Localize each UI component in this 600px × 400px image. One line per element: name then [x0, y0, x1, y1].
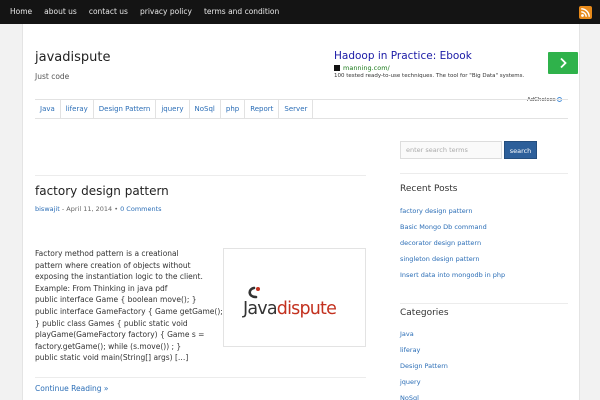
recent-post-item[interactable]: decorator design pattern [400, 235, 550, 251]
top-nav-contact[interactable]: contact us [83, 0, 134, 24]
page-wrapper: javadispute Just code Hadoop in Practice… [22, 24, 580, 400]
post-date: April 11, 2014 [66, 205, 113, 213]
top-nav-terms[interactable]: terms and condition [198, 0, 285, 24]
excerpt-line: Example: From Thinking in java pdf [35, 283, 168, 293]
post-title[interactable]: factory design pattern [35, 184, 169, 198]
categories-title: Categories [400, 308, 449, 318]
menu-item-design-pattern[interactable]: Design Pattern [94, 100, 157, 118]
menu-item-nosql[interactable]: NoSql [190, 100, 221, 118]
site-title[interactable]: javadispute [35, 50, 110, 65]
category-item[interactable]: liferay [400, 342, 550, 358]
excerpt-line: } public class Games { public static voi… [35, 318, 188, 328]
top-nav-home[interactable]: Home [4, 0, 38, 24]
ad-title[interactable]: Hadoop in Practice: Ebook [334, 50, 472, 62]
excerpt-line: pattern where creation of objects withou… [35, 260, 191, 270]
post-meta: biswajit - April 11, 2014 • 0 Comments [35, 205, 162, 213]
post-thumbnail[interactable]: Javadispute [223, 248, 366, 347]
excerpt-line: public static void main(String[] args) [… [35, 353, 189, 363]
post-meta-bullet: • [112, 205, 121, 213]
recent-post-item[interactable]: Basic Mongo Db command [400, 219, 550, 235]
menu-item-report[interactable]: Report [245, 100, 280, 118]
category-menu: Java liferay Design Pattern jquery NoSql… [35, 99, 568, 119]
recent-posts-list: factory design pattern Basic Mongo Db co… [400, 203, 550, 283]
excerpt-line: exposing the instantiation logic to the … [35, 272, 203, 282]
chevron-right-icon [560, 57, 567, 69]
ad-description: 100 tested ready-to-use techniques. The … [334, 73, 525, 79]
search-button[interactable]: search [504, 141, 537, 159]
categories-list: Java liferay Design Pattern jquery NoSql [400, 326, 550, 400]
sidebar-divider [400, 173, 568, 174]
menu-item-server[interactable]: Server [279, 100, 314, 118]
ad-favicon-icon [334, 65, 340, 71]
post-excerpt: Factory method pattern is a creational p… [35, 248, 225, 364]
post-author[interactable]: biswajit [35, 205, 60, 213]
category-item[interactable]: jquery [400, 374, 550, 390]
menu-item-liferay[interactable]: liferay [61, 100, 94, 118]
menu-item-java[interactable]: Java [35, 100, 61, 118]
recent-post-item[interactable]: factory design pattern [400, 203, 550, 219]
rss-icon[interactable] [579, 6, 592, 19]
post-divider [35, 377, 366, 378]
ad-go-button[interactable] [548, 52, 578, 74]
top-bar: Home about us contact us privacy policy … [0, 0, 600, 24]
recent-posts-title: Recent Posts [400, 184, 458, 194]
ad-url[interactable]: manning.com/ [334, 64, 390, 72]
category-item[interactable]: Design Pattern [400, 358, 550, 374]
menu-item-jquery[interactable]: jquery [156, 100, 190, 118]
content-divider [35, 175, 366, 176]
excerpt-line: Factory method pattern is a creational [35, 249, 179, 258]
menu-item-php[interactable]: php [221, 100, 246, 118]
sidebar-divider [400, 303, 568, 304]
recent-post-item[interactable]: Insert data into mongodb in php [400, 267, 550, 283]
top-nav-about[interactable]: about us [38, 0, 83, 24]
category-item[interactable]: NoSql [400, 390, 550, 400]
search-input[interactable] [400, 141, 502, 159]
thumbnail-logo-text: Javadispute [243, 299, 337, 319]
ad-banner[interactable]: Hadoop in Practice: Ebook manning.com/ 1… [334, 50, 578, 106]
ad-url-text: manning.com/ [343, 64, 390, 72]
excerpt-line: public interface GameFactory { Game getG… [35, 306, 223, 316]
recent-post-item[interactable]: singleton design pattern [400, 251, 550, 267]
excerpt-line: public interface Game { boolean move(); … [35, 295, 197, 305]
post-comments-link[interactable]: 0 Comments [120, 205, 161, 213]
top-nav-privacy[interactable]: privacy policy [134, 0, 198, 24]
site-tagline: Just code [35, 72, 70, 81]
excerpt-line: factory.getGame(); while (s.move()) ; } [35, 341, 182, 351]
top-nav: Home about us contact us privacy policy … [4, 0, 285, 24]
excerpt-line: playGame(GameFactory factory) { Game s = [35, 330, 205, 340]
category-item[interactable]: Java [400, 326, 550, 342]
continue-reading-link[interactable]: Continue Reading » [35, 384, 109, 393]
